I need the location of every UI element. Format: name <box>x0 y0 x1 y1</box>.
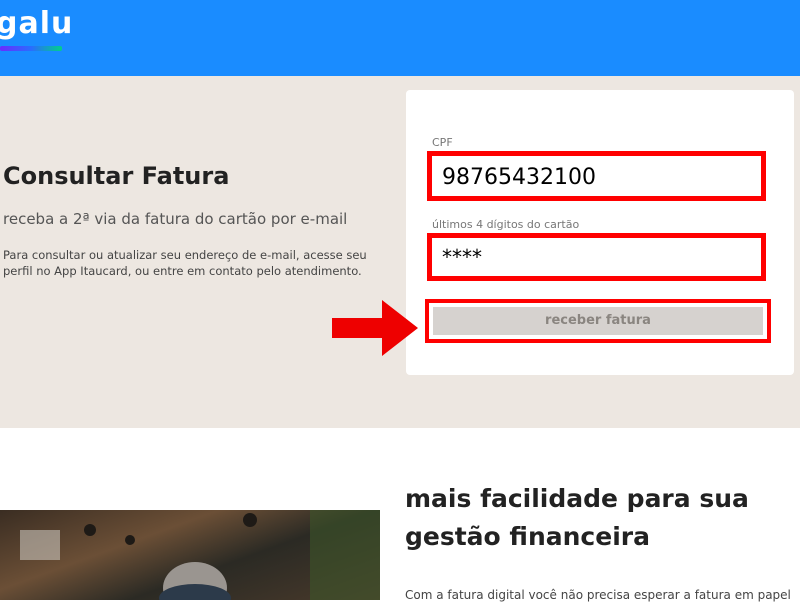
card-digits-input[interactable]: **** <box>427 233 766 281</box>
right-arrow-icon <box>332 300 418 356</box>
brand-logo-underline <box>0 46 62 51</box>
card-digits-label: últimos 4 dígitos do cartão <box>432 218 580 231</box>
cpf-input-value: 98765432100 <box>442 165 596 190</box>
receive-invoice-button[interactable]: receber fatura <box>433 307 763 335</box>
cpf-input[interactable]: 98765432100 <box>427 151 766 201</box>
page-subtitle: receba a 2ª via da fatura do cartão por … <box>3 210 348 228</box>
person-photo <box>0 510 380 600</box>
section-title: mais facilidade para sua gestão financei… <box>405 484 749 551</box>
page-description: Para consultar ou atualizar seu endereço… <box>3 248 367 278</box>
brand-logo[interactable]: galu <box>0 6 73 41</box>
page-title: Consultar Fatura <box>3 162 230 190</box>
submit-highlight-box: receber fatura <box>425 299 771 343</box>
card-digits-input-value: **** <box>442 245 482 269</box>
cpf-label: CPF <box>432 136 453 149</box>
top-header: galu <box>0 0 800 76</box>
